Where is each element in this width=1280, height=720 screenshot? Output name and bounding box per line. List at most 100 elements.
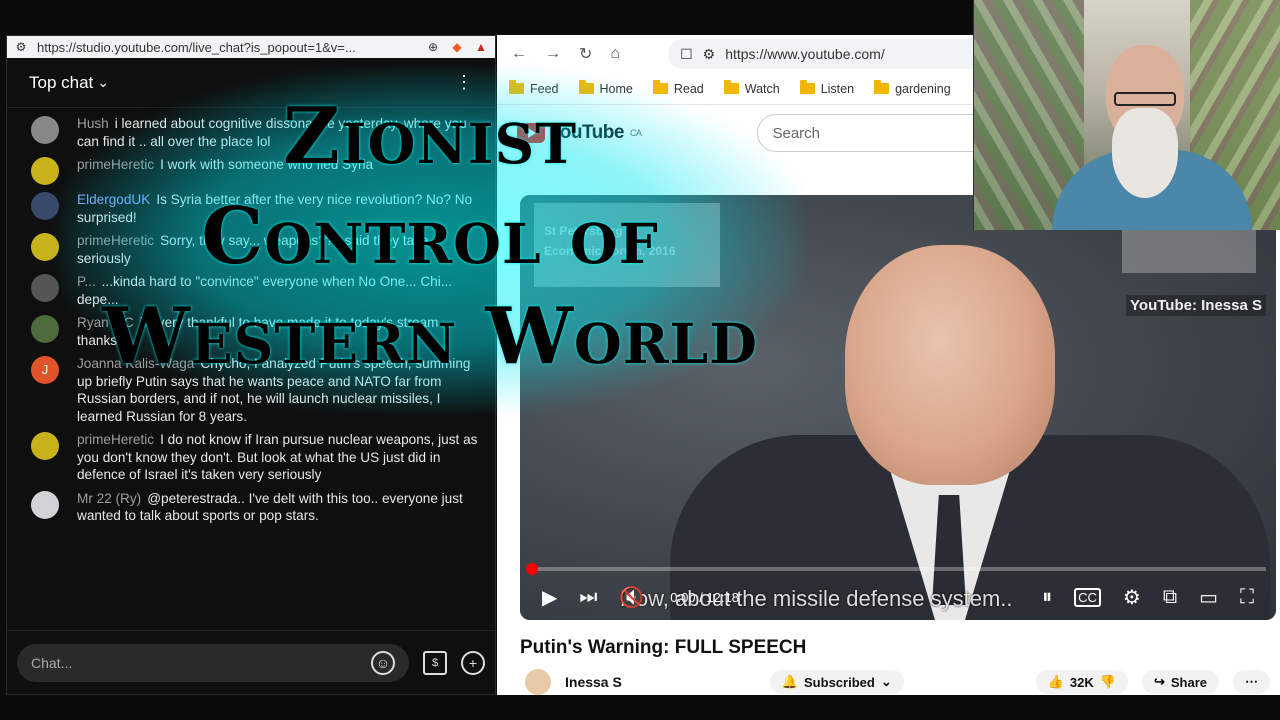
chat-message: primeHeretic Sorry, they say... weapons??…	[7, 229, 495, 270]
chat-address-bar[interactable]: ⚙ https://studio.youtube.com/live_chat?i…	[7, 36, 495, 58]
mute-icon[interactable]: 🔇	[619, 585, 644, 610]
reload-icon[interactable]: ↻	[579, 44, 592, 64]
chat-message: P... ...kinda hard to "convince" everyone…	[7, 270, 495, 311]
avatar[interactable]	[31, 432, 59, 460]
video-title: Putin's Warning: FULL SPEECH	[520, 637, 807, 658]
share-button[interactable]: ↪ Share	[1141, 670, 1219, 694]
back-icon[interactable]: ←	[511, 45, 527, 63]
warning-icon[interactable]: ▲	[473, 39, 489, 55]
chevron-down-icon[interactable]: ⌄	[97, 74, 109, 91]
chat-author[interactable]: Ryan MC	[77, 315, 134, 330]
speaker-head	[845, 245, 1055, 485]
bookmark-folder[interactable]: Watch	[723, 80, 780, 96]
folder-icon	[652, 80, 668, 94]
time-display: 0:00 / 12:18	[670, 589, 739, 605]
bookmark-folder[interactable]: Feed	[509, 80, 559, 96]
bell-icon: 🔔	[781, 674, 799, 689]
subscribed-button[interactable]: 🔔 Subscribed ⌄	[769, 670, 904, 694]
home-icon[interactable]: ⌂	[610, 45, 620, 63]
screen: ⚙ https://studio.youtube.com/live_chat?i…	[0, 0, 1280, 720]
like-count: 32K	[1069, 674, 1094, 690]
autoplay-toggle-icon[interactable]: ⏸	[1042, 586, 1052, 609]
chat-message-body: EldergodUK Is Syria better after the very…	[77, 191, 481, 226]
chat-author[interactable]: primeHeretic	[77, 157, 154, 172]
chat-messages: Hush i learned about cognitive dissonance…	[7, 108, 495, 532]
player-controls: ▶ ⏭ 🔇 0:00 / 12:18 ⏸ CC ⚙ ⧉ ▭ ⛶	[520, 574, 1276, 620]
play-icon[interactable]: ▶	[542, 585, 557, 610]
chat-author[interactable]: primeHeretic	[77, 432, 154, 447]
chat-text: i learned about cognitive dissonance yes…	[77, 116, 467, 149]
folder-icon	[509, 80, 524, 94]
avatar[interactable]	[31, 192, 59, 220]
page-url[interactable]: https://www.youtube.com/	[725, 46, 885, 62]
captions-icon[interactable]: CC	[1074, 587, 1101, 607]
chat-author[interactable]: P...	[77, 274, 96, 289]
folder-icon	[799, 80, 815, 94]
bookmark-label: Feed	[530, 81, 559, 96]
chat-input-placeholder: Chat...	[31, 654, 73, 671]
avatar[interactable]	[31, 315, 59, 343]
like-button[interactable]: 👍 32K 👎	[1035, 670, 1128, 694]
chat-message-body: Ryan MC im very thankful to have made it …	[77, 314, 481, 349]
chat-message-body: P... ...kinda hard to "convince" everyone…	[77, 273, 481, 308]
more-options-icon[interactable]: ⋮	[455, 72, 473, 93]
settings-icon[interactable]: ⚙	[1123, 585, 1141, 610]
avatar[interactable]: J	[31, 356, 59, 384]
chat-url[interactable]: https://studio.youtube.com/live_chat?is_…	[37, 40, 417, 55]
avatar[interactable]	[31, 233, 59, 261]
fullscreen-icon[interactable]: ⛶	[1240, 586, 1254, 609]
channel-avatar[interactable]	[525, 669, 551, 695]
avatar[interactable]	[31, 490, 59, 519]
chat-input-bar: Chat... ☺ $ +	[7, 630, 495, 694]
brave-shield-icon[interactable]: ◆	[449, 39, 465, 55]
next-icon[interactable]: ⏭	[579, 586, 597, 609]
youtube-logo[interactable]: YouTube CA	[517, 122, 642, 144]
chat-message-body: primeHeretic Sorry, they say... weapons??…	[77, 232, 481, 267]
bookmark-label: Read	[673, 81, 704, 96]
zoom-icon[interactable]: ⊕	[425, 39, 441, 55]
chat-author[interactable]: EldergodUK	[77, 192, 150, 207]
video-player[interactable]: St Petersburg Economic Forum, 2016 YouTu…	[520, 195, 1276, 620]
avatar[interactable]	[31, 274, 59, 302]
chat-author[interactable]: primeHeretic	[77, 233, 154, 248]
chat-message-body: primeHeretic I work with someone who fled…	[77, 156, 481, 185]
youtube-play-icon	[517, 123, 545, 143]
chat-message-body: Mr 22 (Ry) @peterestrada.. I've delt with…	[77, 490, 481, 525]
progress-bar[interactable]	[526, 563, 1266, 575]
share-label: Share	[1170, 674, 1207, 690]
forward-icon[interactable]: →	[545, 45, 561, 63]
add-icon[interactable]: +	[461, 650, 485, 675]
bookmark-icon[interactable]: ☐	[680, 46, 693, 63]
bookmark-label: Watch	[744, 81, 780, 96]
more-actions-button[interactable]: ⋯	[1233, 670, 1270, 694]
folder-icon	[723, 80, 739, 94]
chat-message-body: primeHeretic I do not know if Iran pursue…	[77, 431, 481, 484]
bookmark-folder[interactable]: Home	[578, 80, 633, 96]
bookmark-label: gardening	[895, 81, 951, 96]
avatar[interactable]	[31, 116, 59, 144]
bookmark-folder[interactable]: Listen	[799, 80, 854, 96]
chat-author[interactable]: Hush	[77, 116, 109, 131]
banner-line: Economic Forum, 2016	[544, 244, 676, 258]
chat-author[interactable]: Joanna Kalis-Waga	[77, 356, 194, 371]
thumbs-down-icon[interactable]: 👎	[1100, 674, 1116, 690]
emoji-icon[interactable]: ☺	[371, 650, 395, 675]
miniplayer-icon[interactable]: ⧉	[1163, 586, 1177, 609]
chat-message: primeHeretic I work with someone who fled…	[7, 153, 495, 188]
bookmark-folder[interactable]: Read	[652, 80, 704, 96]
chat-message: primeHeretic I do not know if Iran pursue…	[7, 428, 495, 487]
theater-mode-icon[interactable]: ▭	[1199, 585, 1218, 610]
search-placeholder: Search	[772, 124, 820, 142]
super-chat-icon[interactable]: $	[423, 650, 447, 675]
chat-author[interactable]: Mr 22 (Ry)	[77, 491, 141, 506]
site-settings-icon[interactable]: ⚙	[13, 39, 29, 55]
chat-input[interactable]: Chat... ☺	[17, 643, 409, 682]
channel-name[interactable]: Inessa S	[565, 674, 622, 690]
chat-message: J Joanna Kalis-Waga Chycho, I analyzed Put…	[7, 352, 495, 428]
bookmark-folder[interactable]: gardening	[874, 80, 951, 96]
chat-header: Top chat ⌄ ⋮	[7, 58, 495, 108]
chat-mode-title[interactable]: Top chat	[29, 73, 93, 93]
site-info-icon[interactable]: ⚙	[703, 46, 716, 63]
webcam-inset	[973, 0, 1280, 230]
avatar[interactable]	[31, 157, 59, 185]
